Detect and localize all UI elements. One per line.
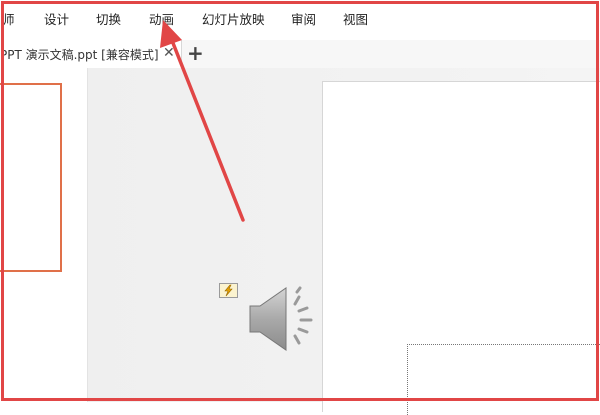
document-tab[interactable]: PPT 演示文稿.ppt [兼容模式] ✕ — [0, 40, 182, 68]
document-tab-bar: PPT 演示文稿.ppt [兼容模式] ✕ + — [0, 40, 600, 69]
close-icon[interactable]: ✕ — [163, 44, 175, 62]
menu-item-view[interactable]: 视图 — [343, 12, 368, 28]
menu-item-animations[interactable]: 动画 — [149, 12, 174, 28]
menu-item-design[interactable]: 设计 — [44, 12, 69, 28]
add-tab-icon[interactable]: + — [187, 41, 204, 65]
menu-item-partial[interactable]: 师 — [2, 12, 15, 28]
menu-item-slideshow[interactable]: 幻灯片放映 — [202, 12, 265, 28]
menu-item-transitions[interactable]: 切换 — [96, 12, 121, 28]
document-tab-title: PPT 演示文稿.ppt [兼容模式] — [0, 48, 159, 62]
selected-slide-thumbnail[interactable] — [0, 83, 62, 272]
speaker-icon[interactable] — [246, 284, 324, 360]
lightning-icon[interactable] — [219, 283, 238, 298]
content-placeholder[interactable] — [407, 344, 600, 415]
menu-item-review[interactable]: 审阅 — [291, 12, 316, 28]
ribbon-menu-bar: 师 设计 切换 动画 幻灯片放映 审阅 视图 — [0, 0, 600, 40]
